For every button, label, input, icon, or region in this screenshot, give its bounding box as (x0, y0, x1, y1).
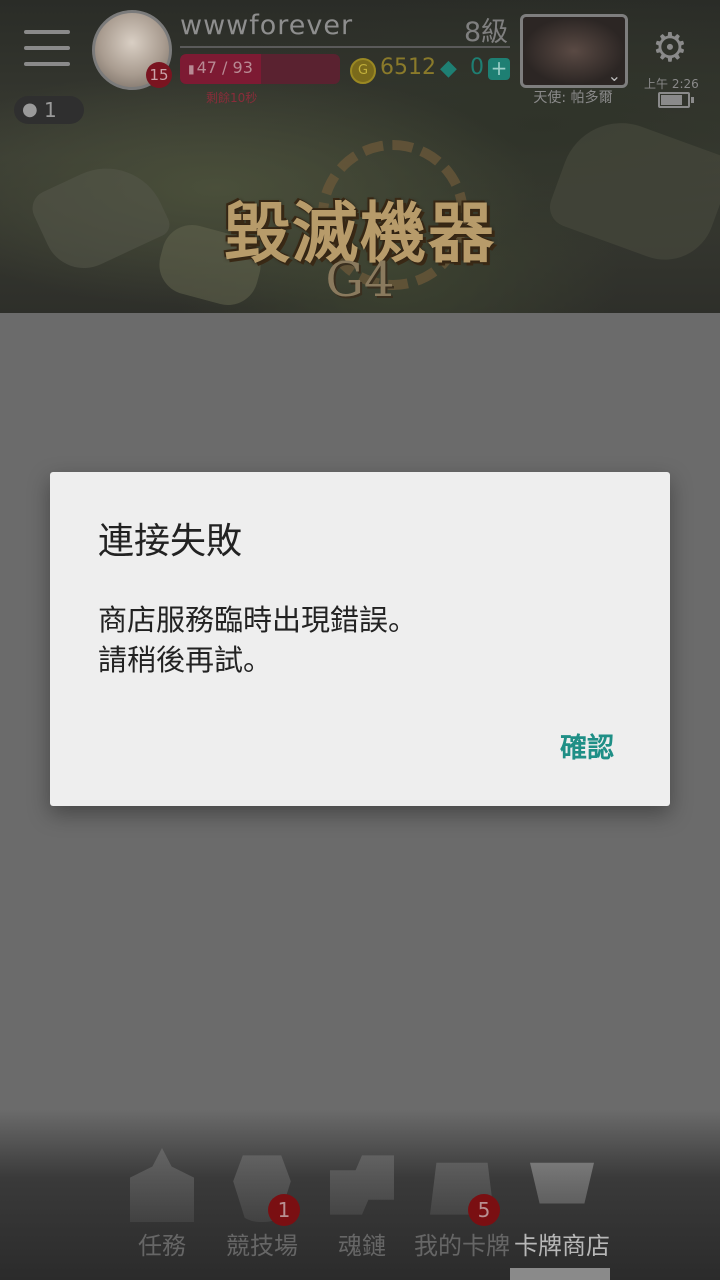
nav-badge: 1 (268, 1194, 300, 1226)
diamond-icon: ◆ (440, 56, 457, 81)
nav-item-card-shop[interactable]: 卡牌商店 (512, 1110, 612, 1280)
nav-label: 任務 (138, 1232, 186, 1260)
person-icon: ● (22, 99, 38, 120)
bottom-nav: 任務 1 競技場 魂鏈 5 我的卡牌 卡牌商店 (0, 1110, 720, 1280)
battery-fill (661, 95, 682, 105)
dialog-message: 商店服務臨時出現錯誤。 請稍後再試。 (98, 600, 628, 680)
gear-icon[interactable]: ⚙ (652, 28, 688, 68)
coin-count: 6512 (380, 55, 436, 80)
chain-icon (330, 1155, 394, 1215)
quest-icon (130, 1148, 194, 1222)
dialog-message-line: 商店服務臨時出現錯誤。 (98, 603, 418, 637)
chevron-down-icon: ⌄ (607, 66, 621, 85)
divider (180, 46, 510, 48)
dialog-message-line: 請稍後再試。 (98, 643, 273, 677)
nav-label: 卡牌商店 (514, 1232, 610, 1260)
username: wwwforever (180, 10, 354, 41)
nav-item-soul-chain[interactable]: 魂鏈 (312, 1110, 412, 1280)
nav-item-my-cards[interactable]: 5 我的卡牌 (412, 1110, 512, 1280)
error-dialog: 連接失敗 商店服務臨時出現錯誤。 請稍後再試。 確認 (50, 472, 670, 806)
confirm-button[interactable]: 確認 (554, 722, 620, 769)
friend-count-pill[interactable]: ● 1 (14, 96, 84, 124)
dialog-title: 連接失敗 (98, 521, 243, 562)
clock: 上午 2:26 (644, 77, 699, 91)
gem-count: 0 (470, 55, 484, 80)
stamina-bar: 47 / 93 (180, 54, 340, 84)
battery-icon (658, 92, 694, 108)
avatar-level-badge: 15 (146, 62, 172, 88)
nav-label: 魂鏈 (338, 1232, 386, 1260)
angel-label: 天使: 帕多爾 (533, 90, 613, 106)
nav-badge: 5 (468, 1194, 500, 1226)
banner-subtitle: G4 (325, 252, 395, 308)
angel-portrait[interactable]: ⌄ (520, 14, 628, 88)
player-level: 8級 (464, 17, 509, 48)
active-tab-indicator (510, 1268, 610, 1280)
coin-icon: G (350, 58, 376, 84)
hamburger-menu-icon[interactable] (24, 30, 70, 66)
nav-item-quests[interactable]: 任務 (112, 1110, 212, 1280)
add-gems-button[interactable]: + (488, 58, 510, 80)
nav-label: 我的卡牌 (414, 1232, 510, 1260)
nav-item-arena[interactable]: 1 競技場 (212, 1110, 312, 1280)
shopping-cart-icon (530, 1162, 594, 1204)
friend-count: 1 (44, 98, 57, 122)
stamina-text: 47 / 93 (188, 58, 253, 77)
stamina-timer: 剩餘10秒 (206, 91, 258, 105)
nav-label: 競技場 (226, 1232, 298, 1260)
